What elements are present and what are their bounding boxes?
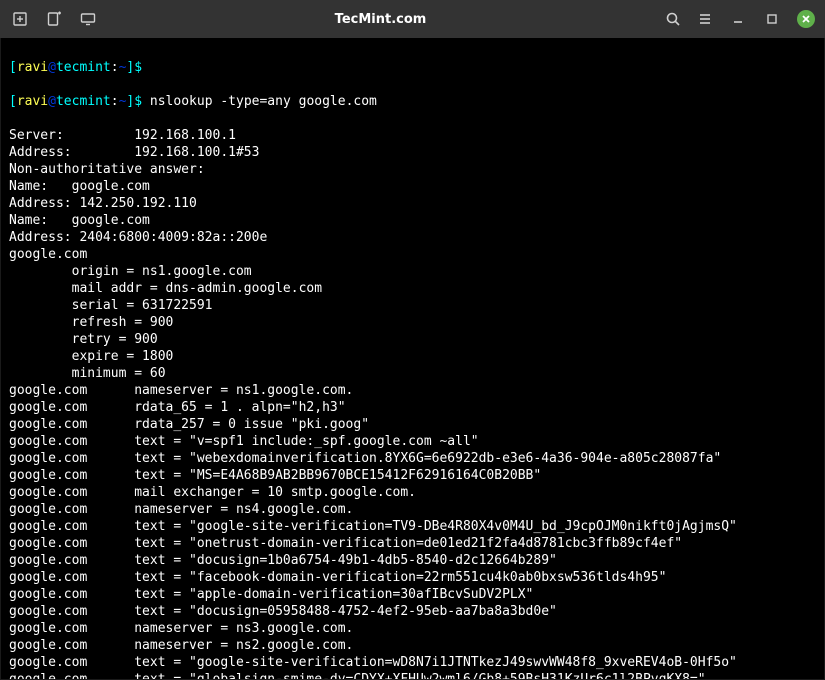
output-line: retry = 900 <box>9 331 816 348</box>
output-line: google.com text = "MS=E4A68B9AB2BB9670BC… <box>9 467 816 484</box>
titlebar-left <box>8 11 96 27</box>
prompt-colon: : <box>111 60 119 75</box>
output-line: google.com nameserver = ns1.google.com. <box>9 382 816 399</box>
prompt-at: @ <box>48 60 56 75</box>
output-line: Name: google.com <box>9 212 816 229</box>
output-line: google.com rdata_257 = 0 issue "pki.goog… <box>9 416 816 433</box>
window-title: TecMint.com <box>96 12 665 27</box>
output-line: Non-authoritative answer: <box>9 161 816 178</box>
output-line: google.com text = "webexdomainverificati… <box>9 450 816 467</box>
prompt-end: ]$ <box>126 60 149 75</box>
output-line: google.com mail exchanger = 10 smtp.goog… <box>9 484 816 501</box>
screen-icon[interactable] <box>80 11 96 27</box>
output-line: origin = ns1.google.com <box>9 263 816 280</box>
output-line: google.com text = "google-site-verificat… <box>9 518 816 535</box>
close-button[interactable] <box>797 10 815 28</box>
output-line: serial = 631722591 <box>9 297 816 314</box>
output-line: Address: 192.168.100.1#53 <box>9 144 816 161</box>
output-lines: Server: 192.168.100.1Address: 192.168.10… <box>9 127 816 680</box>
prompt-host: tecmint <box>56 60 111 75</box>
new-window-icon[interactable] <box>46 11 62 27</box>
output-line: minimum = 60 <box>9 365 816 382</box>
output-line: google.com nameserver = ns4.google.com. <box>9 501 816 518</box>
prompt-user: ravi <box>17 60 48 75</box>
output-line: expire = 1800 <box>9 348 816 365</box>
output-line: Name: google.com <box>9 178 816 195</box>
terminal-output[interactable]: [ravi@tecmint:~]$ [ravi@tecmint:~]$ nslo… <box>0 38 825 680</box>
output-line: google.com <box>9 246 816 263</box>
output-line: mail addr = dns-admin.google.com <box>9 280 816 297</box>
output-line: Address: 2404:6800:4009:82a::200e <box>9 229 816 246</box>
titlebar: TecMint.com <box>0 0 825 38</box>
menu-icon[interactable] <box>697 11 713 27</box>
command-line: [ravi@tecmint:~]$ nslookup -type=any goo… <box>9 93 816 110</box>
minimize-button[interactable] <box>729 10 747 28</box>
output-line: Server: 192.168.100.1 <box>9 127 816 144</box>
output-line: google.com text = "apple-domain-verifica… <box>9 586 816 603</box>
output-line: refresh = 900 <box>9 314 816 331</box>
output-line: google.com text = "facebook-domain-verif… <box>9 569 816 586</box>
output-line: google.com nameserver = ns2.google.com. <box>9 637 816 654</box>
output-line: Address: 142.250.192.110 <box>9 195 816 212</box>
output-line: google.com text = "google-site-verificat… <box>9 654 816 671</box>
command-text: nslookup -type=any google.com <box>150 94 377 109</box>
new-tab-icon[interactable] <box>12 11 28 27</box>
maximize-button[interactable] <box>763 10 781 28</box>
output-line: google.com text = "docusign=1b0a6754-49b… <box>9 552 816 569</box>
output-line: google.com text = "globalsign-smime-dv=C… <box>9 671 816 680</box>
search-icon[interactable] <box>665 11 681 27</box>
output-line: google.com text = "onetrust-domain-verif… <box>9 535 816 552</box>
output-line: google.com nameserver = ns3.google.com. <box>9 620 816 637</box>
prompt-lbracket: [ <box>9 60 17 75</box>
prev-prompt-line: [ravi@tecmint:~]$ <box>9 59 816 76</box>
output-line: google.com text = "docusign=05958488-475… <box>9 603 816 620</box>
output-line: google.com rdata_65 = 1 . alpn="h2,h3" <box>9 399 816 416</box>
titlebar-right <box>665 10 817 28</box>
output-line: google.com text = "v=spf1 include:_spf.g… <box>9 433 816 450</box>
